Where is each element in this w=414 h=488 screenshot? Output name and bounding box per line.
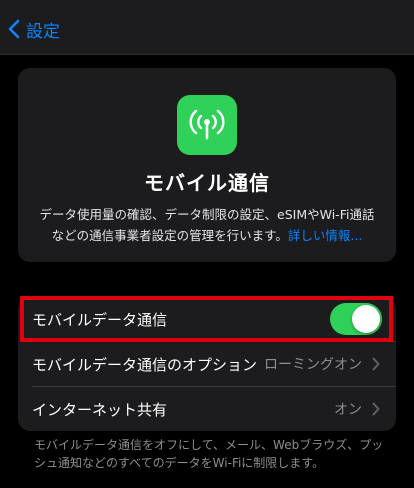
card-description: データ使用量の確認、データ制限の設定、eSIMやWi-Fi通話などの通信事業者設… (34, 204, 380, 246)
navigation-bar: 設定 (0, 0, 414, 55)
chevron-right-icon (372, 357, 380, 371)
toggle-knob (352, 305, 380, 333)
cellular-data-options-row[interactable]: モバイルデータ通信のオプション ローミングオン (18, 342, 396, 386)
back-button[interactable]: 設定 (8, 16, 60, 42)
row-label: モバイルデータ通信のオプション (32, 355, 258, 374)
footer-note: モバイルデータ通信をオフにして、メール、Webブラウズ、プッシュ通知などのすべて… (34, 438, 384, 470)
learn-more-link[interactable]: 詳しい情報... (288, 228, 362, 243)
back-button-label: 設定 (26, 21, 60, 42)
row-value: オン (334, 402, 362, 418)
chevron-left-icon (8, 19, 20, 39)
antenna-icon (177, 95, 237, 155)
cellular-data-row[interactable]: モバイルデータ通信 (18, 297, 396, 341)
row-label: モバイルデータ通信 (32, 310, 168, 329)
chevron-right-icon (372, 402, 380, 416)
row-value: ローミングオン (264, 357, 362, 373)
personal-hotspot-row[interactable]: インターネット共有 オン (18, 387, 396, 431)
cellular-settings-group: モバイルデータ通信 モバイルデータ通信のオプション ローミングオン インターネッ… (18, 297, 396, 431)
row-label: インターネット共有 (32, 400, 168, 419)
cellular-info-card: モバイル通信 データ使用量の確認、データ制限の設定、eSIMやWi-Fi通話など… (18, 68, 396, 262)
cellular-data-toggle[interactable] (330, 303, 382, 335)
card-title: モバイル通信 (144, 171, 270, 195)
